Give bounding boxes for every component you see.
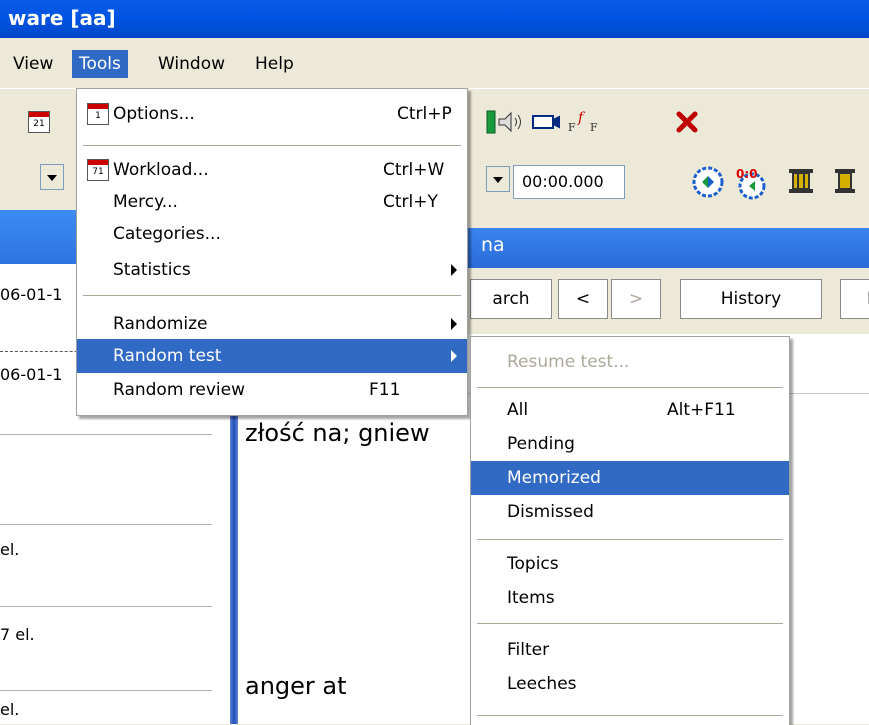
- menu-item-randomize[interactable]: Randomize: [77, 307, 467, 341]
- menu-item-resume-test: Resume test...: [471, 345, 789, 379]
- clock-icon[interactable]: 0:0: [732, 164, 768, 200]
- menu-item-topics[interactable]: Topics: [471, 547, 789, 581]
- menu-separator: [477, 623, 783, 624]
- menu-bar: View Tools Window Help: [0, 38, 869, 88]
- menu-separator: [83, 295, 461, 296]
- question-text[interactable]: złość na; gniew: [245, 419, 430, 447]
- menu-separator: [477, 387, 783, 388]
- menu-item-shortcut: Ctrl+W: [383, 160, 445, 180]
- menu-item-items[interactable]: Items: [471, 581, 789, 615]
- random-test-submenu: Resume test... All Alt+F11 Pending Memor…: [470, 336, 790, 725]
- menu-item-memorized[interactable]: Memorized: [471, 461, 789, 495]
- menu-separator: [83, 145, 461, 146]
- left-row-date[interactable]: 06-01-1: [0, 285, 62, 304]
- menu-item-workload[interactable]: 71 Workload... Ctrl+W: [77, 153, 467, 187]
- svg-text:f: f: [577, 110, 586, 126]
- tools-menu: 1 Options... Ctrl+P 71 Workload... Ctrl+…: [76, 88, 468, 416]
- menu-separator: [477, 715, 783, 716]
- menu-item-shortcut: Ctrl+P: [397, 104, 452, 124]
- submenu-arrow-icon: [451, 318, 457, 330]
- submenu-arrow-icon: [451, 350, 457, 362]
- menu-item-pending[interactable]: Pending: [471, 427, 789, 461]
- menu-item-label: Random review: [113, 380, 246, 400]
- combo-dropdown-right[interactable]: [486, 166, 510, 192]
- menu-help[interactable]: Help: [248, 50, 301, 78]
- menu-item-label: Categories...: [113, 224, 221, 244]
- forward-button[interactable]: >: [611, 279, 661, 319]
- left-row-count[interactable]: 7 el.: [0, 625, 35, 644]
- menu-item-shortcut: F11: [369, 380, 401, 400]
- menu-item-label: Mercy...: [113, 192, 178, 212]
- divider: [0, 434, 212, 435]
- window-title: ware [aa]: [8, 6, 116, 30]
- menu-view[interactable]: View: [6, 50, 60, 78]
- left-row-count[interactable]: el.: [0, 700, 19, 719]
- svg-text:0:0: 0:0: [736, 167, 758, 181]
- search-button[interactable]: arch: [470, 279, 552, 319]
- menu-separator: [477, 539, 783, 540]
- back-button[interactable]: <: [558, 279, 608, 319]
- menu-item-random-review[interactable]: Random review F11: [77, 373, 467, 407]
- menu-item-mercy[interactable]: Mercy... Ctrl+Y: [77, 185, 467, 219]
- menu-item-label: Random test: [113, 346, 222, 366]
- menu-item-label: Filter: [507, 640, 550, 660]
- menu-item-label: Workload...: [113, 160, 209, 180]
- menu-tools[interactable]: Tools: [72, 50, 128, 78]
- menu-item-shortcut: Alt+F11: [667, 400, 736, 420]
- title-bar: ware [aa]: [0, 0, 869, 38]
- menu-item-label: Dismissed: [507, 502, 594, 522]
- timer-icon[interactable]: [690, 164, 726, 200]
- speaker-icon[interactable]: [496, 107, 526, 137]
- left-row-date[interactable]: 06-01-1: [0, 365, 62, 384]
- menu-item-label: All: [507, 400, 529, 420]
- divider: [0, 606, 212, 607]
- column-icon[interactable]: [786, 166, 816, 196]
- svg-text:F: F: [568, 121, 576, 134]
- time-display[interactable]: 00:00.000: [513, 165, 625, 199]
- element-window-title: na: [481, 234, 505, 256]
- submenu-arrow-icon: [451, 264, 457, 276]
- menu-item-label: Items: [507, 588, 555, 608]
- menu-window[interactable]: Window: [151, 50, 232, 78]
- calendar-icon[interactable]: 21: [24, 107, 54, 137]
- menu-item-all[interactable]: All Alt+F11: [471, 393, 789, 427]
- combo-dropdown-left[interactable]: [40, 164, 64, 190]
- menu-item-categories[interactable]: Categories...: [77, 217, 467, 251]
- divider: [0, 690, 212, 691]
- video-icon[interactable]: [530, 107, 560, 137]
- svg-text:F: F: [590, 121, 598, 134]
- menu-item-label: Statistics: [113, 260, 191, 280]
- delete-x-icon[interactable]: [672, 107, 702, 137]
- menu-item-leeches[interactable]: Leeches: [471, 667, 789, 701]
- menu-item-options[interactable]: 1 Options... Ctrl+P: [77, 97, 467, 131]
- menu-item-label: Memorized: [507, 468, 601, 488]
- divider: [0, 524, 212, 525]
- history-button[interactable]: History: [680, 279, 822, 319]
- answer-text[interactable]: anger at: [245, 672, 347, 700]
- menu-item-random-test[interactable]: Random test: [77, 339, 467, 373]
- left-row-count[interactable]: el.: [0, 540, 19, 559]
- next-button[interactable]: N: [840, 279, 869, 319]
- menu-item-label: Randomize: [113, 314, 208, 334]
- font-icon[interactable]: FfF: [566, 107, 610, 137]
- menu-item-dismissed[interactable]: Dismissed: [471, 495, 789, 529]
- menu-item-shortcut: Ctrl+Y: [383, 192, 438, 212]
- menu-item-filter[interactable]: Filter: [471, 633, 789, 667]
- column-icon-2[interactable]: [830, 166, 860, 196]
- menu-item-label: Pending: [507, 434, 575, 454]
- menu-item-label: Options...: [113, 104, 195, 124]
- menu-item-statistics[interactable]: Statistics: [77, 253, 467, 287]
- menu-item-label: Leeches: [507, 674, 577, 694]
- menu-item-label: Resume test...: [507, 352, 630, 372]
- menu-item-label: Topics: [507, 554, 559, 574]
